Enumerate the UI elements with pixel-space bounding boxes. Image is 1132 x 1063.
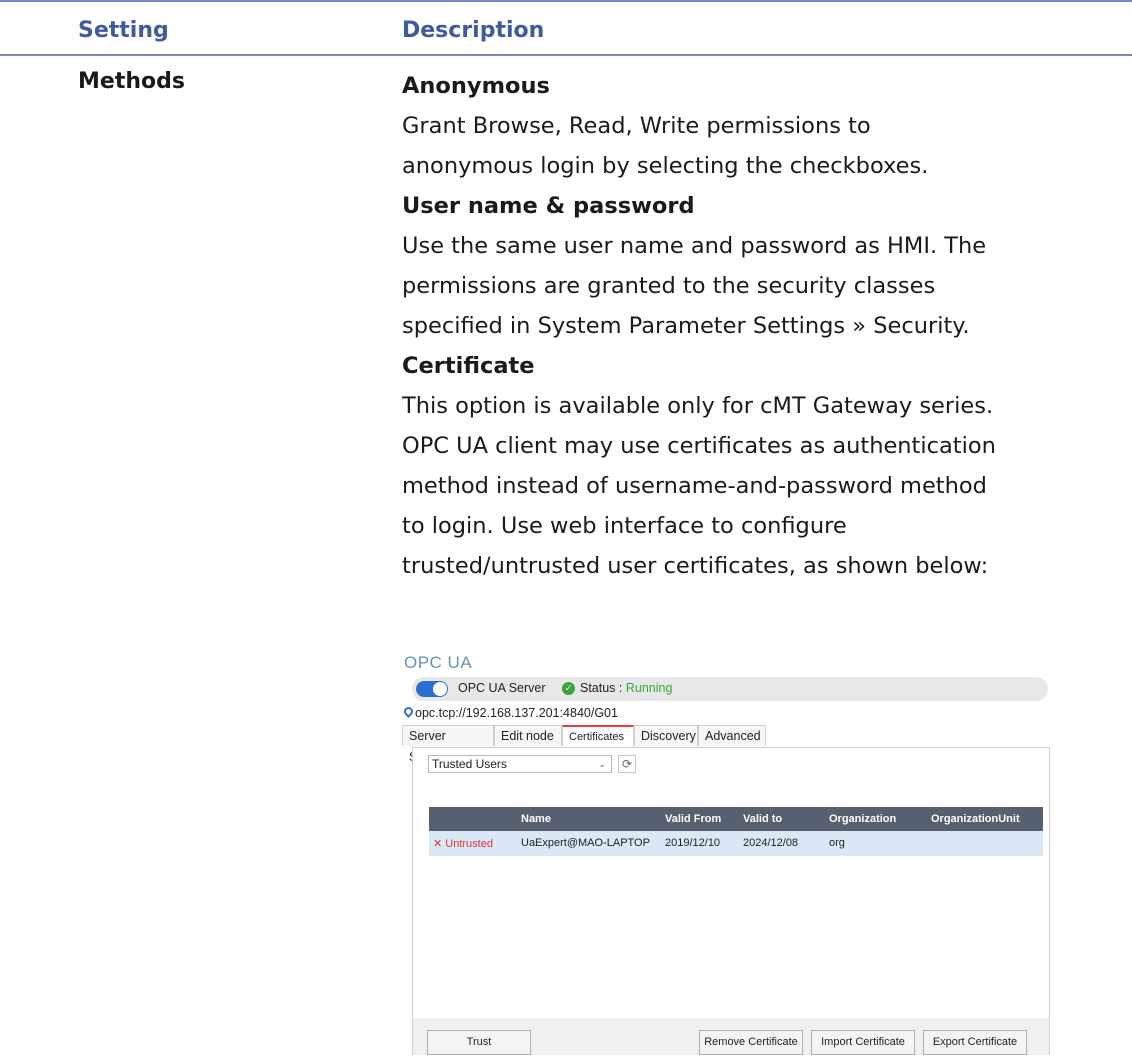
description-line: trusted/untrusted user certificates, as …	[402, 553, 989, 579]
table-row[interactable]: ✕ Untrusted UaExpert@MAO-LAPTOP 2019/12/…	[429, 831, 1043, 856]
description-line: This option is available only for cMT Ga…	[402, 393, 994, 419]
cell-valid-from: 2019/12/10	[665, 837, 721, 849]
refresh-icon[interactable]: ⟳	[618, 755, 636, 773]
cell-valid-to: 2024/12/08	[743, 837, 799, 849]
status-label: Status :	[580, 681, 626, 695]
description-line: anonymous login by selecting the checkbo…	[402, 153, 929, 179]
close-icon: ✕	[433, 838, 446, 850]
heading-user-name-password: User name & password	[402, 193, 695, 219]
server-url: opc.tcp://192.168.137.201:4840/G01	[415, 706, 618, 720]
grid-header: Name Valid From Valid to Organization Or…	[429, 807, 1043, 831]
user-type-select[interactable]: Trusted Users ⌄	[428, 755, 612, 773]
toggle-knob-icon	[433, 682, 447, 696]
heading-certificate: Certificate	[402, 353, 535, 379]
cell-organization: org	[829, 837, 845, 849]
server-bar: OPC UA Server ✓ Status : Running	[412, 677, 1048, 701]
tab-advanced[interactable]: Advanced	[698, 725, 766, 746]
check-circle-icon: ✓	[562, 682, 575, 695]
heading-anonymous: Anonymous	[402, 73, 550, 99]
select-value: Trusted Users	[432, 757, 507, 771]
column-header-setting: Setting	[78, 18, 169, 43]
setting-methods: Methods	[78, 69, 185, 94]
server-toggle[interactable]	[416, 681, 448, 697]
opc-ua-title: OPC UA	[404, 653, 473, 672]
tab-certificates[interactable]: Certificates	[562, 725, 634, 746]
chevron-down-icon: ⌄	[598, 759, 606, 769]
tab-discovery[interactable]: Discovery	[634, 725, 698, 746]
description-line: specified in System Parameter Settings »…	[402, 313, 970, 339]
server-label: OPC UA Server	[458, 681, 546, 695]
status-text: Untrusted	[445, 838, 493, 850]
description-line: to login. Use web interface to configure	[402, 513, 847, 539]
column-header-description: Description	[402, 18, 545, 43]
export-certificate-button[interactable]: Export Certificate	[923, 1030, 1027, 1055]
untrusted-status: ✕ Untrusted	[433, 837, 493, 850]
remove-certificate-button[interactable]: Remove Certificate	[699, 1030, 803, 1055]
import-certificate-button[interactable]: Import Certificate	[811, 1030, 915, 1055]
table-top-rule	[0, 0, 1132, 2]
column-organization-unit: OrganizationUnit	[931, 813, 1020, 825]
description-line: Use the same user name and password as H…	[402, 233, 987, 259]
column-valid-to: Valid to	[743, 813, 783, 825]
certificates-panel: Trusted Users ⌄ ⟳ Name Valid From Valid …	[412, 747, 1050, 1055]
description-line: OPC UA client may use certificates as au…	[402, 433, 996, 459]
description-line: permissions are granted to the security …	[402, 273, 936, 299]
opc-ua-screenshot: OPC UA OPC UA Server ✓ Status : Running …	[402, 653, 1050, 1055]
description-line: method instead of username-and-password …	[402, 473, 987, 499]
tab-edit-node[interactable]: Edit node	[494, 725, 562, 746]
location-pin-icon	[402, 705, 415, 718]
tab-server-settings[interactable]: Server Settings	[402, 725, 494, 764]
certificate-grid: Name Valid From Valid to Organization Or…	[429, 807, 1043, 856]
tab-bar: Server Settings Edit node Certificates D…	[402, 725, 1050, 764]
description-cell: Anonymous Grant Browse, Read, Write perm…	[402, 66, 1122, 586]
cell-name: UaExpert@MAO-LAPTOP	[521, 837, 650, 849]
column-organization: Organization	[829, 813, 897, 825]
status-value: Running	[625, 681, 673, 695]
trust-button[interactable]: Trust	[427, 1030, 531, 1055]
status-text: Status : Running	[580, 681, 672, 695]
header-bottom-rule	[0, 54, 1132, 56]
description-line: Grant Browse, Read, Write permissions to	[402, 113, 871, 139]
column-valid-from: Valid From	[665, 813, 722, 825]
column-name: Name	[521, 813, 551, 825]
